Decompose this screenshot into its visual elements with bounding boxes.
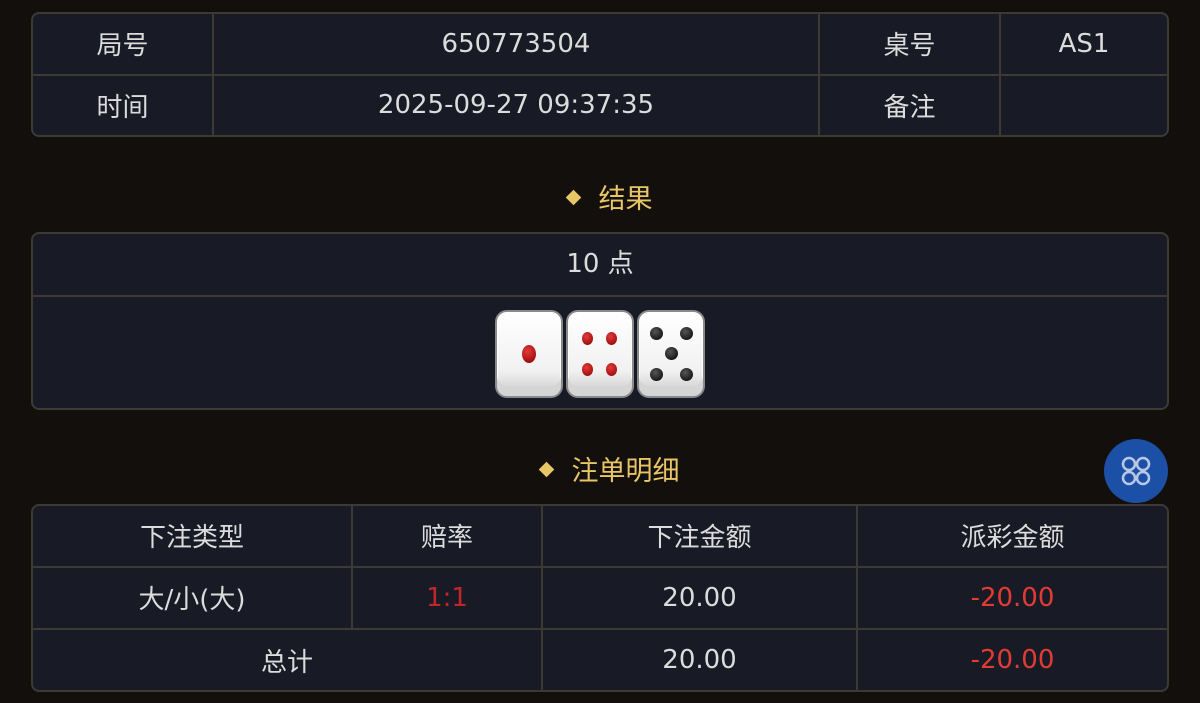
table-label: 桌号 <box>819 14 1001 76</box>
header-odds: 赔率 <box>352 506 543 568</box>
die-four-icon <box>566 309 634 398</box>
dice-row <box>33 297 1167 408</box>
table-row: 大/小(大) 1:1 20.00 -20.00 <box>33 566 1167 631</box>
grid-menu-icon <box>1121 456 1151 486</box>
bet-details-table: 下注类型 赔率 下注金额 派彩金额 大/小(大) 1:1 20.00 -20.0… <box>31 504 1169 692</box>
bet-amount: 20.00 <box>542 566 858 631</box>
total-label: 总计 <box>33 629 543 690</box>
round-label: 局号 <box>33 14 214 76</box>
total-row: 总计 20.00 -20.00 <box>33 629 1167 690</box>
time-value: 2025-09-27 09:37:35 <box>213 74 820 135</box>
round-value: 650773504 <box>213 14 820 76</box>
note-label: 备注 <box>819 74 1001 135</box>
result-title-text: 结果 <box>598 184 653 215</box>
floating-menu-button[interactable] <box>1104 439 1168 503</box>
result-section-title: 结果 <box>10 180 1200 220</box>
bets-title-text: 注单明细 <box>571 456 680 487</box>
header-bet-type: 下注类型 <box>33 506 353 568</box>
die-one-icon <box>495 309 563 398</box>
round-info-table: 局号 650773504 桌号 AS1 时间 2025-09-27 09:37:… <box>31 12 1169 137</box>
diamond-icon <box>565 189 581 206</box>
result-panel: 10 点 <box>31 232 1169 410</box>
diamond-icon <box>538 461 554 478</box>
table-value: AS1 <box>1000 14 1167 76</box>
bet-payout: -20.00 <box>857 566 1167 631</box>
header-bet-amount: 下注金额 <box>542 506 858 568</box>
time-label: 时间 <box>33 74 214 135</box>
bet-type: 大/小(大) <box>33 566 353 631</box>
total-amount: 20.00 <box>542 629 858 690</box>
bet-odds: 1:1 <box>352 566 543 631</box>
table-header-row: 下注类型 赔率 下注金额 派彩金额 <box>33 506 1167 568</box>
total-payout: -20.00 <box>970 645 1055 676</box>
header-payout: 派彩金额 <box>857 506 1167 568</box>
bets-section-title: 注单明细 <box>10 452 1200 492</box>
die-five-icon <box>637 309 705 398</box>
result-points: 10 点 <box>33 234 1167 297</box>
note-value <box>1000 75 1167 136</box>
